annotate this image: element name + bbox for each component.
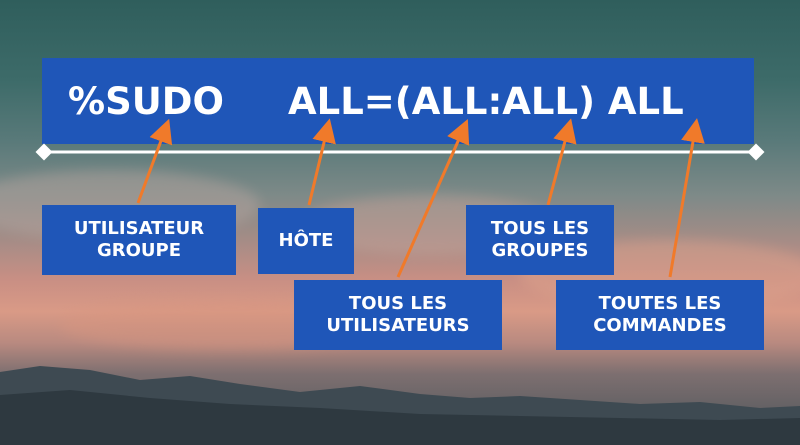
label-all-users-line1: TOUS LES bbox=[348, 293, 448, 314]
baseline-right-diamond bbox=[747, 143, 765, 161]
label-all-groups-line1: TOUS LES bbox=[490, 218, 590, 239]
label-all-groups-line2: GROUPES bbox=[491, 240, 589, 261]
label-all-groups: TOUS LES GROUPES bbox=[466, 205, 614, 275]
label-host: HÔTE bbox=[258, 208, 354, 274]
label-all-users-line2: UTILISATEURS bbox=[326, 315, 470, 336]
label-user-group: UTILISATEUR GROUPE bbox=[42, 205, 236, 275]
label-host-text: HÔTE bbox=[278, 230, 334, 251]
label-all-commands-line2: COMMANDES bbox=[593, 315, 727, 336]
arrow-host bbox=[307, 118, 336, 206]
label-user-group-line1: UTILISATEUR bbox=[73, 218, 205, 239]
arrow-all-groups bbox=[546, 118, 577, 206]
label-all-commands: TOUTES LES COMMANDES bbox=[556, 280, 764, 350]
label-all-commands-line1: TOUTES LES bbox=[598, 293, 722, 314]
arrow-group bbox=[136, 118, 173, 204]
baseline-left-diamond bbox=[35, 143, 53, 161]
label-all-users: TOUS LES UTILISATEURS bbox=[294, 280, 502, 350]
label-user-group-line2: GROUPE bbox=[96, 240, 182, 261]
diagram-canvas: %SUDO ALL=(ALL:ALL) ALL UTILISATEUR GROU… bbox=[0, 0, 800, 445]
